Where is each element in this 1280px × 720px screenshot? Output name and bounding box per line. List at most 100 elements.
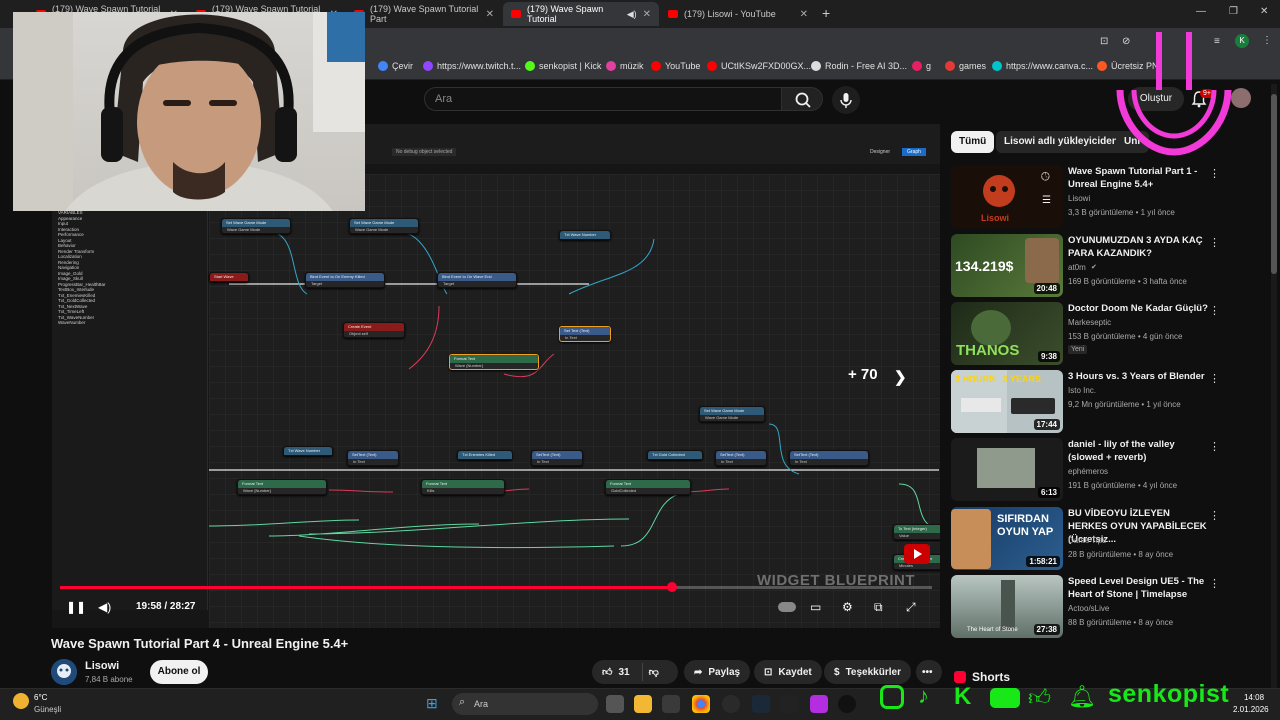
ue-blueprint-node[interactable]: Start Wave: [209, 272, 249, 282]
ue-node-pin[interactable]: Object self: [344, 331, 404, 337]
ue-node-pin[interactable]: Wave {Number}: [238, 488, 326, 494]
recommendation-item[interactable]: SIFIRDAN OYUN YAP 1:58:21 BU VİDEOYU İZL…: [951, 507, 1251, 571]
new-tab-button[interactable]: +: [822, 5, 830, 21]
ue-blueprint-node[interactable]: SetText (Text) In Text: [531, 450, 583, 466]
clock-date[interactable]: 2.01.2026: [1233, 705, 1269, 714]
save-button[interactable]: ⊡ Kaydet: [754, 660, 822, 684]
subscribe-watermark-icon[interactable]: [904, 544, 930, 564]
recommendation-title[interactable]: 3 Hours vs. 3 Years of Blender: [1068, 370, 1208, 383]
pause-icon[interactable]: ❚❚: [66, 600, 86, 614]
ue-blueprint-node[interactable]: Format Text Wave {Number}: [449, 354, 539, 370]
recommendation-title[interactable]: Wave Spawn Tutorial Part 1 - Unreal Engi…: [1068, 165, 1208, 191]
recommendation-channel[interactable]: ephémeros: [1068, 467, 1108, 476]
page-scrollbar[interactable]: [1271, 84, 1277, 688]
more-options-icon[interactable]: ⋮: [1209, 167, 1220, 180]
ue-node-pin[interactable]: In Text: [348, 459, 398, 465]
epic-games-icon[interactable]: [780, 695, 798, 713]
thanks-button[interactable]: $ Teşekkürler: [824, 660, 911, 684]
endscreen-more-count[interactable]: + 70: [848, 366, 878, 383]
video-thumbnail[interactable]: THANOS 9:38: [951, 302, 1063, 365]
ue-blueprint-node[interactable]: SetText (Text) In Text: [347, 450, 399, 466]
channel-avatar[interactable]: [51, 659, 77, 685]
ue-blueprint-node[interactable]: Txt Gold Collected: [647, 450, 703, 460]
fullscreen-icon[interactable]: ⤢: [906, 600, 916, 615]
search-input[interactable]: Ara: [424, 87, 782, 111]
chip-from-uploader[interactable]: Lisowi adlı yükleyiciden: [996, 131, 1126, 153]
task-view-icon[interactable]: [606, 695, 624, 713]
thumbs-down-icon[interactable]: 👎︎: [649, 666, 659, 678]
ue-blueprint-node[interactable]: Bind Event to On Enemy Killed Target: [305, 272, 385, 288]
weather-temperature[interactable]: 6°C: [34, 693, 47, 702]
recommendation-channel[interactable]: Isto Inc.: [1068, 386, 1096, 395]
share-button[interactable]: ➦ Paylaş: [684, 660, 751, 684]
bookmark[interactable]: https://www.canva.c...: [992, 61, 1093, 71]
user-avatar[interactable]: [1231, 88, 1251, 108]
ue-blueprint-node[interactable]: Set Text (Text) In Text: [559, 326, 611, 342]
ue-node-pin[interactable]: In Text: [790, 459, 868, 465]
recommendation-title[interactable]: OYUNUMUZDAN 3 AYDA KAÇ PARA KAZANDIK?: [1068, 234, 1208, 260]
ue-node-pin[interactable]: In Text: [532, 459, 582, 465]
ue-node-pin[interactable]: In Text: [560, 335, 610, 341]
more-options-icon[interactable]: ⋮: [1209, 372, 1220, 385]
recommendation-title[interactable]: Doctor Doom Ne Kadar Güçlü?: [1068, 302, 1208, 315]
ue-node-pin[interactable]: Target: [438, 281, 516, 287]
recommendation-channel[interactable]: Markeseptic: [1068, 318, 1111, 327]
clock-time[interactable]: 14:08: [1244, 693, 1264, 702]
recommendation-title[interactable]: Speed Level Design UE5 - The Heart of St…: [1068, 575, 1208, 601]
ue-blueprint-node[interactable]: Format Text Kills: [421, 479, 505, 495]
window-close-icon[interactable]: ✕: [1260, 6, 1268, 17]
more-options-icon[interactable]: ⋮: [1209, 304, 1220, 317]
bookmark[interactable]: müzik: [606, 61, 644, 71]
recommendation-title[interactable]: daniel - lily of the valley (slowed + re…: [1068, 438, 1208, 464]
bookmark[interactable]: https://www.twitch.t...: [423, 61, 521, 71]
recommendation-channel[interactable]: at0m: [1068, 263, 1086, 272]
video-progress-bar[interactable]: [60, 582, 932, 592]
more-options-icon[interactable]: ⋮: [1209, 577, 1220, 590]
volume-icon[interactable]: ◀): [98, 600, 111, 614]
more-actions-button[interactable]: •••: [916, 660, 942, 684]
close-icon[interactable]: ✕: [643, 9, 651, 20]
recommendation-channel[interactable]: Actoo/sLive: [1068, 604, 1109, 613]
ue-blueprint-node[interactable]: Set Wave Game Mode Wave Game Mode: [349, 218, 419, 234]
ue-node-pin[interactable]: Value: [894, 533, 940, 539]
voice-search-button[interactable]: [832, 86, 860, 114]
video-thumbnail[interactable]: Lisowi 🕓︎ ☰: [951, 165, 1063, 228]
app-icon[interactable]: [810, 695, 828, 713]
weather-description[interactable]: Güneşli: [34, 705, 61, 714]
recommendation-item[interactable]: THANOS 9:38 Doctor Doom Ne Kadar Güçlü? …: [951, 302, 1251, 366]
ue-node-pin[interactable]: Wave Game Mode: [222, 227, 290, 233]
minimize-icon[interactable]: —: [1196, 6, 1206, 17]
chevron-right-icon[interactable]: ❯: [894, 368, 907, 386]
ue-node-pin[interactable]: Wave {Number}: [450, 363, 538, 369]
ue-node-pin[interactable]: Target: [306, 281, 384, 287]
close-icon[interactable]: ✕: [486, 9, 494, 20]
video-thumbnail[interactable]: SIFIRDAN OYUN YAP 1:58:21: [951, 507, 1063, 570]
profile-avatar[interactable]: K: [1235, 34, 1249, 48]
channel-name[interactable]: Lisowi: [85, 660, 119, 672]
video-thumbnail[interactable]: The Heart of Stone 27:38: [951, 575, 1063, 638]
file-explorer-icon[interactable]: [634, 695, 652, 713]
recommendation-item[interactable]: The Heart of Stone 27:38 Speed Level Des…: [951, 575, 1251, 639]
taskbar-search[interactable]: Ara: [452, 693, 598, 715]
ue-blueprint-node[interactable]: Set Wave Game Mode Wave Game Mode: [221, 218, 291, 234]
video-thumbnail[interactable]: 3 HOURS 3 YEARS 17:44: [951, 370, 1063, 433]
bookmark[interactable]: Çevir: [378, 61, 413, 71]
bookmark[interactable]: Rodin - Free AI 3D...: [811, 61, 907, 71]
subscribe-button[interactable]: Abone ol: [150, 660, 208, 684]
recommendation-item[interactable]: 134.219$ 20:48 OYUNUMUZDAN 3 AYDA KAÇ PA…: [951, 234, 1251, 298]
browser-tab-active[interactable]: (179) Wave Spawn Tutorial ◀) ✕: [503, 2, 659, 26]
bookmark[interactable]: senkopist | Kick: [525, 61, 601, 71]
ue-node-pin[interactable]: Wave Game Mode: [350, 227, 418, 233]
scrollbar-thumb[interactable]: [1271, 94, 1277, 274]
recommendation-channel[interactable]: Dante Tips: [1068, 536, 1106, 545]
ue-node-pin[interactable]: Wave Game Mode: [700, 415, 764, 421]
ue-node-pin[interactable]: GoldCollected: [606, 488, 690, 494]
obs-icon[interactable]: [722, 695, 740, 713]
add-to-queue-icon[interactable]: ☰: [1042, 195, 1051, 206]
ue-variable-row[interactable]: WaveNumber: [52, 320, 207, 326]
progress-scrubber-handle[interactable]: [666, 582, 677, 592]
more-options-icon[interactable]: ⋮: [1209, 509, 1220, 522]
video-thumbnail[interactable]: 6:13: [951, 438, 1063, 501]
ue-blueprint-node[interactable]: Txt Enemies Killed: [457, 450, 513, 460]
watch-later-icon[interactable]: 🕓︎: [1041, 171, 1050, 184]
